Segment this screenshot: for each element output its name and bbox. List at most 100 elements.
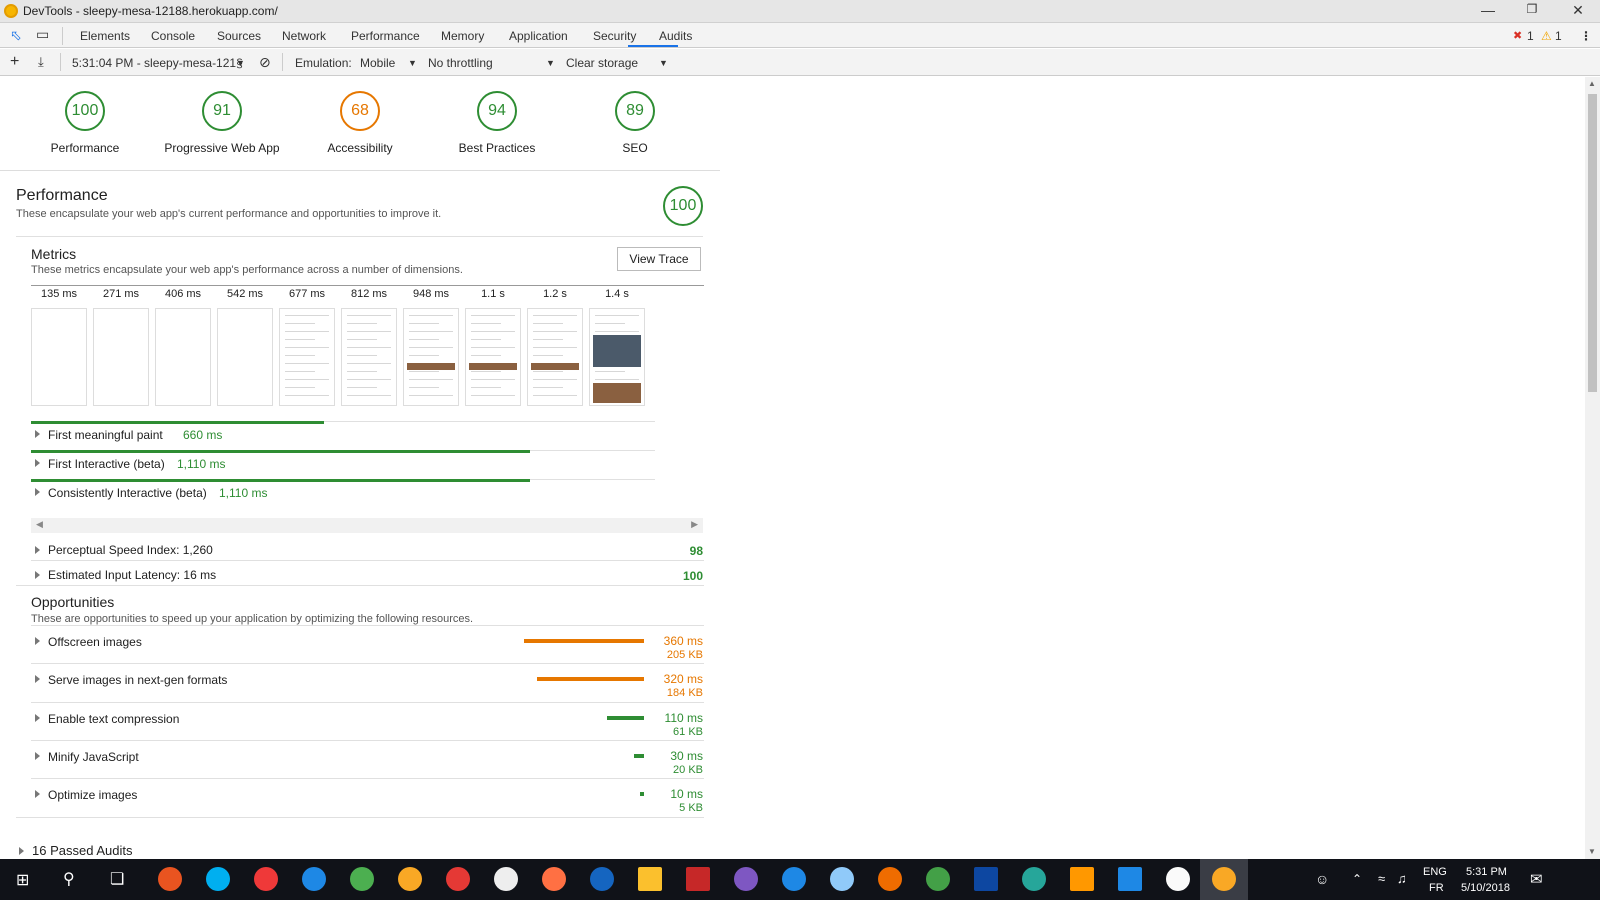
firefox-icon[interactable] <box>542 867 566 891</box>
keyboard-layout[interactable]: FR <box>1429 882 1444 894</box>
error-icon[interactable]: ✖ <box>1513 29 1522 42</box>
scroll-down-icon[interactable]: ▼ <box>1588 847 1596 856</box>
tab-sources[interactable]: Sources <box>217 29 261 43</box>
scroll-right-icon[interactable]: ▶ <box>691 519 698 530</box>
task-view-icon[interactable]: ❏ <box>110 869 124 889</box>
chrome-canary-icon[interactable] <box>398 867 422 891</box>
atom-icon[interactable] <box>1022 867 1046 891</box>
emulation-select[interactable]: Mobile <box>360 56 395 70</box>
expand-arrow-icon[interactable] <box>35 675 40 684</box>
people-icon[interactable]: ☺ <box>1315 871 1329 887</box>
edge-icon[interactable] <box>302 867 326 891</box>
expand-arrow-icon[interactable] <box>35 546 40 554</box>
wifi-icon[interactable]: ≈ <box>1378 871 1385 886</box>
chevron-down-icon[interactable]: ▼ <box>408 58 417 68</box>
opportunity-label[interactable]: Serve images in next-gen formats <box>48 673 227 687</box>
tab-elements[interactable]: Elements <box>80 29 130 43</box>
inspect-element-icon[interactable]: ⬁ <box>10 27 22 44</box>
pwa-score-gauge[interactable]: 91 <box>202 91 242 131</box>
close-icon[interactable]: ✕ <box>1563 2 1593 19</box>
metric-label[interactable]: First meaningful paint <box>48 428 163 442</box>
opportunity-label[interactable]: Enable text compression <box>48 712 179 726</box>
vscode-icon[interactable] <box>1118 867 1142 891</box>
download-icon[interactable]: ⤓ <box>38 54 44 70</box>
file-explorer-icon[interactable] <box>638 867 662 891</box>
chevron-down-icon[interactable]: ▼ <box>236 58 245 68</box>
audit-report[interactable]: 100 Performance 91 Progressive Web App 6… <box>0 77 1585 859</box>
chevron-down-icon[interactable]: ▼ <box>659 58 668 68</box>
expand-arrow-icon[interactable] <box>35 790 40 799</box>
metric-label[interactable]: Consistently Interactive (beta) <box>48 486 207 500</box>
chevron-down-icon[interactable]: ▼ <box>546 58 555 68</box>
scroll-up-icon[interactable]: ▲ <box>1588 79 1596 88</box>
firefox-dev-icon[interactable] <box>590 867 614 891</box>
search-icon[interactable]: ⚲ <box>63 869 75 889</box>
new-audit-icon[interactable]: + <box>10 53 19 71</box>
chrome-canary-active-icon[interactable] <box>1212 867 1236 891</box>
restore-icon[interactable]: ❐ <box>1517 2 1547 16</box>
vivaldi-icon[interactable] <box>254 867 278 891</box>
seo-score-gauge[interactable]: 89 <box>615 91 655 131</box>
expand-arrow-icon[interactable] <box>35 459 40 467</box>
sublime-text-icon[interactable] <box>1070 867 1094 891</box>
best-practices-score-gauge[interactable]: 94 <box>477 91 517 131</box>
performance-score-gauge[interactable]: 100 <box>65 91 105 131</box>
storage-select[interactable]: Clear storage <box>566 56 638 70</box>
vertical-scrollbar[interactable]: ▲ ▼ <box>1585 77 1600 859</box>
postman-icon[interactable] <box>878 867 902 891</box>
scroll-thumb[interactable] <box>1588 94 1597 392</box>
app-icon[interactable] <box>1166 867 1190 891</box>
volume-icon[interactable]: ♫ <box>1397 871 1407 886</box>
throttling-select[interactable]: No throttling <box>428 56 493 70</box>
scroll-left-icon[interactable]: ◀ <box>36 519 43 530</box>
app-icon[interactable] <box>830 867 854 891</box>
minimize-icon[interactable]: — <box>1473 2 1503 18</box>
accessibility-score-gauge[interactable]: 68 <box>340 91 380 131</box>
warning-icon[interactable]: ⚠ <box>1541 29 1552 43</box>
tab-audits[interactable]: Audits <box>659 29 692 43</box>
accessibility-score-label[interactable]: Accessibility <box>290 141 430 155</box>
tab-network[interactable]: Network <box>282 29 326 43</box>
clock-date[interactable]: 5/10/2018 <box>1461 882 1510 894</box>
metric-label[interactable]: Perceptual Speed Index: 1,260 <box>48 543 213 557</box>
performance-score-label[interactable]: Performance <box>15 141 155 155</box>
chevron-up-icon[interactable]: ⌃ <box>1352 872 1362 886</box>
view-trace-button[interactable]: View Trace <box>617 247 701 271</box>
tab-application[interactable]: Application <box>509 29 568 43</box>
utorrent-icon[interactable] <box>926 867 950 891</box>
notifications-icon[interactable]: ✉ <box>1530 870 1543 888</box>
error-count[interactable]: 1 <box>1527 29 1534 43</box>
tab-memory[interactable]: Memory <box>441 29 484 43</box>
chrome-icon[interactable] <box>350 867 374 891</box>
expand-arrow-icon[interactable] <box>35 637 40 645</box>
passed-audits-toggle[interactable]: 16 Passed Audits <box>32 843 132 858</box>
best-practices-score-label[interactable]: Best Practices <box>427 141 567 155</box>
opera-dev-icon[interactable] <box>494 867 518 891</box>
seo-score-label[interactable]: SEO <box>565 141 705 155</box>
app-icon[interactable] <box>974 867 998 891</box>
tab-performance[interactable]: Performance <box>351 29 420 43</box>
tab-security[interactable]: Security <box>593 29 636 43</box>
expand-arrow-icon[interactable] <box>35 571 40 579</box>
pwa-score-label[interactable]: Progressive Web App <box>152 141 292 155</box>
horizontal-scrollbar[interactable]: ◀ ▶ <box>31 518 703 533</box>
report-select[interactable]: 5:31:04 PM - sleepy-mesa-121§ <box>72 56 243 70</box>
opportunity-label[interactable]: Optimize images <box>48 788 137 802</box>
expand-arrow-icon[interactable] <box>35 488 40 496</box>
opera-icon[interactable] <box>446 867 470 891</box>
opportunity-label[interactable]: Minify JavaScript <box>48 750 139 764</box>
skype-icon[interactable] <box>206 867 230 891</box>
expand-arrow-icon[interactable] <box>35 751 40 760</box>
tab-console[interactable]: Console <box>151 29 195 43</box>
metric-label[interactable]: Estimated Input Latency: 16 ms <box>48 568 216 582</box>
app-icon[interactable] <box>734 867 758 891</box>
metric-label[interactable]: First Interactive (beta) <box>48 457 165 471</box>
filezilla-icon[interactable] <box>686 867 710 891</box>
windows-start-icon[interactable]: ⊞ <box>16 870 29 890</box>
clear-icon[interactable]: ⊘ <box>259 54 271 71</box>
expand-arrow-icon[interactable] <box>19 847 24 855</box>
expand-arrow-icon[interactable] <box>35 713 40 722</box>
maps-icon[interactable] <box>782 867 806 891</box>
opportunity-label[interactable]: Offscreen images <box>48 635 142 649</box>
more-menu-icon[interactable]: ⋮ <box>1580 29 1592 43</box>
